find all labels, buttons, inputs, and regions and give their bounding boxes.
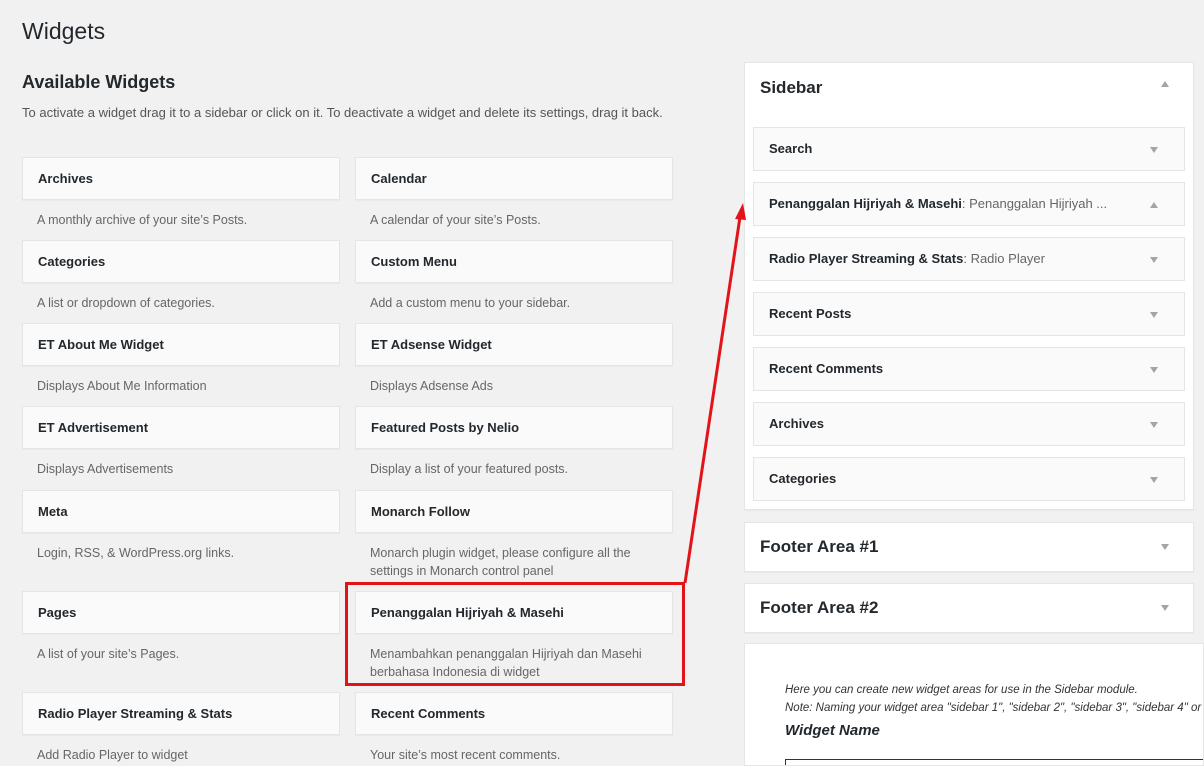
widget-description: Menambahkan penanggalan Hijriyah dan Mas… (370, 647, 642, 679)
widget-name-input[interactable] (785, 759, 1203, 765)
widget-description: Login, RSS, & WordPress.org links. (37, 546, 235, 560)
create-area-naming-note: Note: Naming your widget area "sidebar 1… (785, 702, 1203, 714)
widget-description: Displays Adsense Ads (370, 379, 493, 393)
sidebar-widget-title: Penanggalan Hijriyah & Masehi (769, 196, 962, 211)
widget-featured-posts[interactable]: Featured Posts by Nelio (355, 406, 673, 449)
expand-arrow-icon[interactable] (1150, 257, 1158, 263)
sidebar-widget-title: Recent Posts (769, 306, 852, 321)
widget-description: A monthly archive of your site’s Posts. (37, 213, 248, 227)
page-title: Widgets (22, 18, 106, 44)
widget-description: Display a list of your featured posts. (370, 462, 569, 476)
widget-description: A list or dropdown of categories. (37, 296, 215, 310)
sidebar-area-title[interactable]: Sidebar (760, 78, 822, 98)
widget-description: A list of your site’s Pages. (37, 647, 180, 661)
widget-name-label: Widget Name (785, 722, 880, 739)
widget-et-advertisement[interactable]: ET Advertisement (22, 406, 340, 449)
widget-radio-player[interactable]: Radio Player Streaming & Stats (22, 692, 340, 735)
sidebar-widget-recent-comments[interactable]: Recent Comments (753, 347, 1185, 391)
footer-area-title: Footer Area #1 (760, 537, 879, 556)
expand-arrow-icon[interactable] (1161, 544, 1169, 550)
widget-monarch-follow[interactable]: Monarch Follow (355, 490, 673, 533)
expand-arrow-icon[interactable] (1161, 605, 1169, 611)
widget-categories[interactable]: Categories (22, 240, 340, 283)
sidebar-widget-title: Radio Player Streaming & Stats (769, 251, 964, 266)
widget-archives[interactable]: Archives (22, 157, 340, 200)
widget-custom-menu[interactable]: Custom Menu (355, 240, 673, 283)
sidebar-widget-title: Categories (769, 471, 837, 486)
widget-description: Your site’s most recent comments. (370, 748, 561, 762)
footer-area-1[interactable]: Footer Area #1 (744, 522, 1194, 572)
widget-description: Displays Advertisements (37, 462, 174, 476)
arrow-line (683, 216, 742, 584)
expand-arrow-icon[interactable] (1150, 147, 1158, 153)
create-area-note: Here you can create new widget areas for… (785, 684, 1138, 696)
widget-recent-comments[interactable]: Recent Comments (355, 692, 673, 735)
sidebar-widget-in-title: : Penanggalan Hijriyah ... (961, 196, 1108, 211)
widget-et-about-me[interactable]: ET About Me Widget (22, 323, 340, 366)
expand-arrow-icon[interactable] (1150, 312, 1158, 318)
sidebar-widget-search[interactable]: Search (753, 127, 1185, 171)
widget-meta[interactable]: Meta (22, 490, 340, 533)
widget-description: Add a custom menu to your sidebar. (370, 296, 571, 310)
available-widgets-title: Available Widgets (22, 72, 176, 92)
collapse-arrow-icon[interactable] (1150, 202, 1158, 208)
expand-arrow-icon[interactable] (1150, 422, 1158, 428)
expand-arrow-icon[interactable] (1150, 367, 1158, 373)
footer-area-2[interactable]: Footer Area #2 (744, 583, 1194, 633)
sidebar-widget-archives[interactable]: Archives (753, 402, 1185, 446)
expand-arrow-icon[interactable] (1150, 477, 1158, 483)
sidebar-widget-title: Archives (769, 416, 824, 431)
collapse-arrow-icon[interactable] (1161, 81, 1169, 87)
sidebar-widget-penanggalan[interactable]: Penanggalan Hijriyah & Masehi: Penanggal… (753, 182, 1185, 226)
create-widget-area-panel: Here you can create new widget areas for… (744, 643, 1204, 766)
widget-calendar[interactable]: Calendar (355, 157, 673, 200)
sidebar-widget-categories[interactable]: Categories (753, 457, 1185, 501)
sidebar-widget-title: Search (769, 141, 813, 156)
available-widgets-description: To activate a widget drag it to a sideba… (22, 105, 663, 120)
widget-penanggalan-hijriyah[interactable]: Penanggalan Hijriyah & Masehi (355, 591, 673, 634)
sidebar-widget-title: Recent Comments (769, 361, 884, 376)
sidebar-widget-radio-player[interactable]: Radio Player Streaming & Stats: Radio Pl… (753, 237, 1185, 281)
footer-area-title: Footer Area #2 (760, 598, 879, 617)
widget-description: A calendar of your site’s Posts. (370, 213, 541, 227)
widget-description: Add Radio Player to widget (37, 748, 188, 762)
sidebar-widget-area: Sidebar Search Penanggalan Hijriyah & Ma… (744, 62, 1194, 510)
sidebar-widget-recent-posts[interactable]: Recent Posts (753, 292, 1185, 336)
sidebar-widget-in-title: : Radio Player (963, 251, 1045, 266)
widget-description: Monarch plugin widget, please configure … (370, 546, 631, 578)
widget-pages[interactable]: Pages (22, 591, 340, 634)
widget-et-adsense[interactable]: ET Adsense Widget (355, 323, 673, 366)
widget-description: Displays About Me Information (37, 379, 207, 393)
